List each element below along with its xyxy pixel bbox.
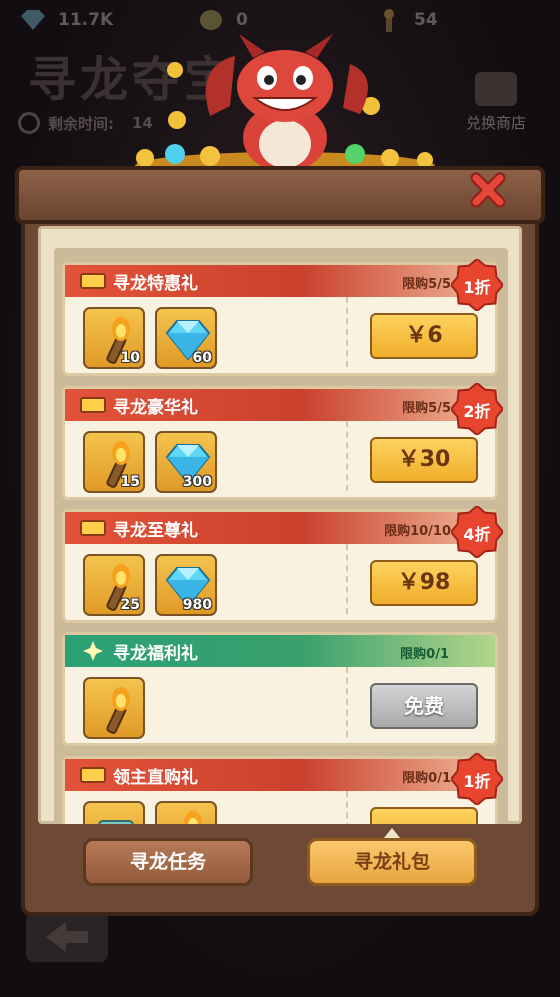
reward-quantity: 15 <box>120 474 140 490</box>
back-button[interactable] <box>26 912 108 962</box>
gift-card: 寻龙福利礼 限购0/1 免费 <box>62 632 498 746</box>
scroll-icon <box>98 820 134 824</box>
purchase-limit: 限购10/10 <box>384 524 451 539</box>
exchange-shop-button[interactable]: 兑换商店 <box>456 72 536 133</box>
tab-dragon-tasks[interactable]: 寻龙任务 <box>83 838 253 886</box>
torch-icon <box>106 687 130 734</box>
reward-item[interactable]: 300 <box>155 431 217 493</box>
card-divider <box>346 544 348 614</box>
reward-item[interactable] <box>155 801 217 824</box>
tab-pointer-icon <box>384 828 400 838</box>
discount-badge: 1折 <box>463 278 491 297</box>
gift-card-title: 寻龙福利礼 <box>113 644 198 664</box>
ticket-icon <box>80 520 106 536</box>
gift-card: 寻龙豪华礼 限购5/5 15 300 ￥30 2折 <box>62 383 503 500</box>
purchase-limit: 限购5/5 <box>402 401 451 416</box>
reward-quantity: 980 <box>182 597 212 613</box>
back-arrow-icon <box>46 922 88 952</box>
gift-card-header: 领主直购礼 限购0/1 <box>65 759 495 791</box>
card-divider <box>346 421 348 491</box>
gift-card-title: 寻龙至尊礼 <box>113 521 198 541</box>
gift-card-header: 寻龙福利礼 限购0/1 <box>65 635 495 667</box>
card-divider <box>346 791 348 824</box>
card-divider <box>346 667 348 737</box>
reward-quantity: 10 <box>120 350 140 366</box>
reward-item[interactable]: 980 <box>155 554 217 616</box>
card-divider <box>346 297 348 367</box>
gift-list-viewport[interactable]: 寻龙特惠礼 限购5/5 10 60 ￥6 1折 寻龙豪华礼 限购5/5 15 300 ￥30 2折 寻龙… <box>54 248 508 824</box>
diamond-icon <box>21 10 45 30</box>
gift-card-header: 寻龙特惠礼 限购5/5 <box>65 265 495 297</box>
buy-button[interactable]: ￥98 <box>370 560 478 606</box>
reward-quantity: 25 <box>120 597 140 613</box>
ticket-icon <box>80 397 106 413</box>
reward-item[interactable] <box>83 677 145 739</box>
timer-label: 剩余时间: <box>48 114 114 133</box>
shop-icon <box>475 72 517 106</box>
panel-header-plank <box>15 166 545 224</box>
discount-badge: 1折 <box>463 772 491 791</box>
sparkle-icon <box>83 641 103 661</box>
gift-card: 寻龙至尊礼 限购10/10 25 980 ￥98 4折 <box>62 506 503 623</box>
reward-quantity: 300 <box>182 474 212 490</box>
buy-button[interactable] <box>370 807 478 824</box>
reward-item[interactable]: 60 <box>155 307 217 369</box>
ticket-icon <box>80 767 106 783</box>
reward-quantity: 60 <box>192 350 212 366</box>
gift-card: 领主直购礼 限购0/1 1折 <box>62 753 503 824</box>
claim-free-button[interactable]: 免费 <box>370 683 478 729</box>
gift-card-header: 寻龙豪华礼 限购5/5 <box>65 389 495 421</box>
exchange-shop-label: 兑换商店 <box>465 114 526 132</box>
reward-item[interactable]: 25 <box>83 554 145 616</box>
reward-item[interactable]: 15 <box>83 431 145 493</box>
close-button[interactable] <box>468 170 508 210</box>
discount-badge: 4折 <box>463 525 491 544</box>
resource-diamond-value: 11.7K <box>58 10 114 30</box>
tab-dragon-gifts[interactable]: 寻龙礼包 <box>307 838 477 886</box>
purchase-limit: 限购5/5 <box>402 277 451 292</box>
dragon-mascot-image <box>135 34 435 176</box>
discount-badge: 2折 <box>463 402 491 421</box>
gift-card-header: 寻龙至尊礼 限购10/10 <box>65 512 495 544</box>
clock-icon <box>18 112 40 134</box>
torch-icon <box>184 811 202 824</box>
close-icon <box>470 172 506 208</box>
gift-card-title: 寻龙豪华礼 <box>113 398 198 418</box>
purchase-limit: 限购0/1 <box>400 647 449 662</box>
reward-item[interactable] <box>83 801 145 824</box>
gift-card-title: 寻龙特惠礼 <box>113 274 198 294</box>
gift-card: 寻龙特惠礼 限购5/5 10 60 ￥6 1折 <box>62 259 503 376</box>
ticket-icon <box>80 273 106 289</box>
gift-card-title: 领主直购礼 <box>113 768 198 788</box>
buy-button[interactable]: ￥30 <box>370 437 478 483</box>
purchase-limit: 限购0/1 <box>402 771 451 786</box>
reward-item[interactable]: 10 <box>83 307 145 369</box>
buy-button[interactable]: ￥6 <box>370 313 478 359</box>
